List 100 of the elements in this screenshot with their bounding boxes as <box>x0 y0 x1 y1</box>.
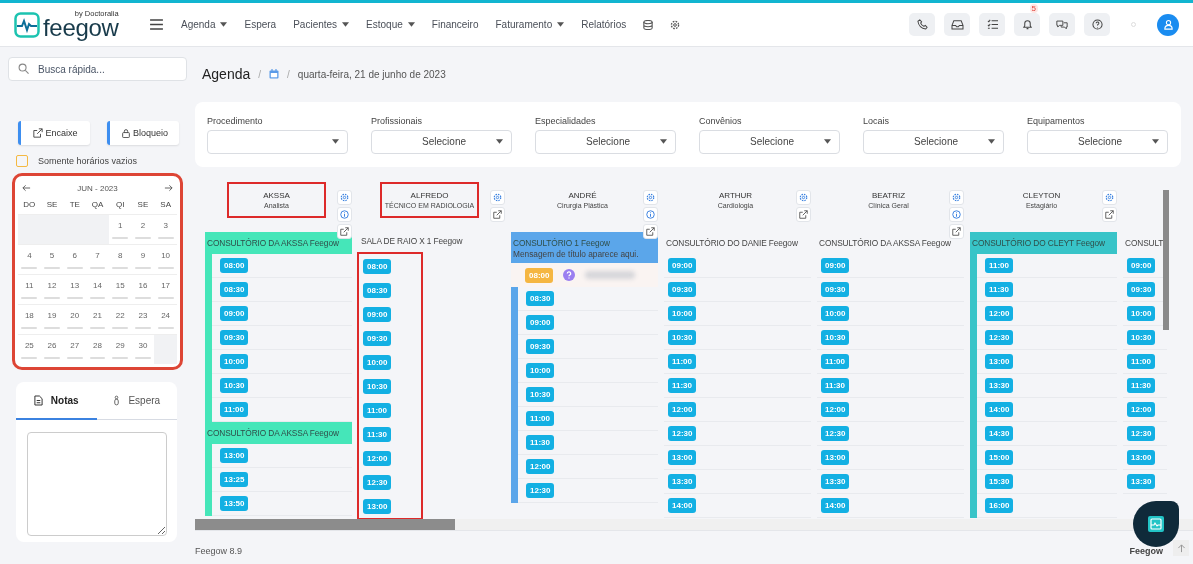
time-slot[interactable]: 08:30 <box>526 291 555 306</box>
floating-action-button[interactable] <box>1133 501 1179 547</box>
time-slot[interactable]: 08:30 <box>220 282 249 297</box>
settings-button[interactable] <box>643 190 658 205</box>
calendar-day[interactable]: 26 <box>40 334 64 364</box>
info-button[interactable] <box>949 207 964 222</box>
time-slot[interactable]: 12:00 <box>1127 402 1156 417</box>
chat-button[interactable] <box>1049 13 1075 36</box>
time-slot[interactable]: 14:30 <box>985 426 1014 441</box>
time-slot[interactable]: 14:00 <box>985 402 1014 417</box>
menu-icon[interactable] <box>150 19 163 30</box>
checkbox[interactable] <box>16 155 28 167</box>
previous-month-icon[interactable] <box>22 184 31 192</box>
time-slot[interactable]: 10:00 <box>668 306 697 321</box>
calendar-day[interactable]: 21 <box>86 304 109 334</box>
calendar-day[interactable]: 9 <box>131 244 155 274</box>
calendar-day[interactable]: 28 <box>86 334 109 364</box>
time-slot[interactable]: 13:25 <box>220 472 249 487</box>
time-slot[interactable]: 15:30 <box>985 474 1014 489</box>
time-slot[interactable]: 10:00 <box>821 306 850 321</box>
filter-select[interactable]: Selecione <box>371 129 512 154</box>
calendar-day[interactable]: 2 <box>131 214 155 244</box>
user-avatar[interactable] <box>1157 13 1179 36</box>
phone-button[interactable] <box>909 13 935 36</box>
menu-item[interactable]: Faturamento <box>495 19 565 30</box>
time-slot[interactable]: 11:30 <box>985 282 1014 297</box>
time-slot[interactable]: 10:00 <box>1127 306 1156 321</box>
calendar-day[interactable]: 3 <box>154 214 177 244</box>
calendar-day[interactable]: 8 <box>108 244 132 274</box>
time-slot[interactable]: 09:30 <box>1127 282 1156 297</box>
time-slot[interactable]: 11:00 <box>668 354 697 369</box>
time-slot[interactable]: 13:00 <box>220 448 249 463</box>
menu-item[interactable]: Pacientes <box>293 19 350 30</box>
time-slot[interactable]: 11:00 <box>363 402 392 418</box>
open-external-button[interactable] <box>337 224 352 239</box>
calendar-day[interactable]: 18 <box>18 304 41 334</box>
info-button[interactable] <box>337 207 352 222</box>
settings-button[interactable] <box>1102 190 1117 205</box>
filter-select[interactable]: Selecione <box>535 129 676 154</box>
calendar-day[interactable]: 20 <box>63 304 87 334</box>
open-external-button[interactable] <box>796 207 811 222</box>
calendar-day[interactable]: 22 <box>108 304 132 334</box>
menu-item[interactable]: Financeiro <box>431 19 479 30</box>
time-slot[interactable]: 10:30 <box>220 378 249 393</box>
calendar-day[interactable]: 5 <box>40 244 64 274</box>
calendar-day[interactable]: 12 <box>40 274 64 304</box>
time-slot[interactable]: 14:00 <box>668 498 697 513</box>
calendar-day[interactable]: 14 <box>86 274 109 304</box>
time-slot[interactable]: 14:00 <box>821 498 850 513</box>
calendar-day[interactable]: 7 <box>86 244 109 274</box>
time-slot[interactable]: 13:30 <box>821 474 850 489</box>
menu-item[interactable]: Estoque <box>366 19 415 30</box>
time-slot[interactable]: 13:30 <box>1127 474 1156 489</box>
time-slot[interactable]: 13:00 <box>1127 450 1156 465</box>
time-slot[interactable]: 09:30 <box>220 330 249 345</box>
time-slot[interactable]: 09:30 <box>526 339 555 354</box>
filter-select[interactable]: Selecione <box>863 129 1004 154</box>
calendar-day[interactable]: 29 <box>108 334 132 364</box>
vertical-scrollbar[interactable] <box>1163 190 1169 330</box>
calendar-day[interactable]: 17 <box>154 274 177 304</box>
time-slot[interactable]: 12:30 <box>821 426 850 441</box>
settings-button[interactable] <box>490 190 505 205</box>
time-slot[interactable]: 09:00 <box>220 306 249 321</box>
time-slot[interactable]: 11:00 <box>1127 354 1156 369</box>
scroll-top-button[interactable] <box>1173 540 1189 556</box>
calendar-day[interactable]: 10 <box>154 244 177 274</box>
time-slot[interactable]: 13:00 <box>985 354 1014 369</box>
time-slot[interactable]: 09:00 <box>668 258 697 273</box>
time-slot[interactable]: 09:00 <box>1127 258 1156 273</box>
open-external-button[interactable] <box>643 224 658 239</box>
action-button[interactable]: Bloqueio <box>107 121 179 145</box>
menu-item[interactable]: Espera <box>244 19 277 30</box>
time-slot[interactable]: 16:00 <box>985 498 1014 513</box>
settings-button[interactable] <box>949 190 964 205</box>
calendar-day[interactable]: 13 <box>63 274 87 304</box>
time-slot[interactable]: 12:30 <box>668 426 697 441</box>
time-slot[interactable]: 12:30 <box>526 483 555 498</box>
open-external-button[interactable] <box>1102 207 1117 222</box>
time-slot[interactable]: 12:00 <box>985 306 1014 321</box>
help-button[interactable] <box>1084 13 1110 36</box>
inbox-button[interactable] <box>944 13 970 36</box>
time-slot[interactable]: 13:50 <box>220 496 249 511</box>
time-slot[interactable]: 11:00 <box>985 258 1014 273</box>
menu-item[interactable]: Agenda <box>181 19 228 30</box>
settings-button[interactable] <box>796 190 811 205</box>
time-slot[interactable]: 09:00 <box>821 258 850 273</box>
time-slot[interactable]: 11:30 <box>821 378 850 393</box>
time-slot[interactable]: 09:30 <box>821 282 850 297</box>
time-slot[interactable]: 08:00 <box>363 258 392 274</box>
time-slot[interactable]: 12:30 <box>1127 426 1156 441</box>
time-slot[interactable]: 10:30 <box>1127 330 1156 345</box>
settings-icon[interactable] <box>670 19 681 30</box>
calendar-day[interactable]: 16 <box>131 274 155 304</box>
calendar-day[interactable]: 19 <box>40 304 64 334</box>
time-slot[interactable]: 13:00 <box>363 498 392 514</box>
time-slot[interactable]: 10:00 <box>220 354 249 369</box>
time-slot[interactable]: 13:00 <box>821 450 850 465</box>
time-slot[interactable]: 08:00 <box>220 258 249 273</box>
calendar-day[interactable]: 11 <box>18 274 41 304</box>
time-slot[interactable]: 12:00 <box>526 459 555 474</box>
